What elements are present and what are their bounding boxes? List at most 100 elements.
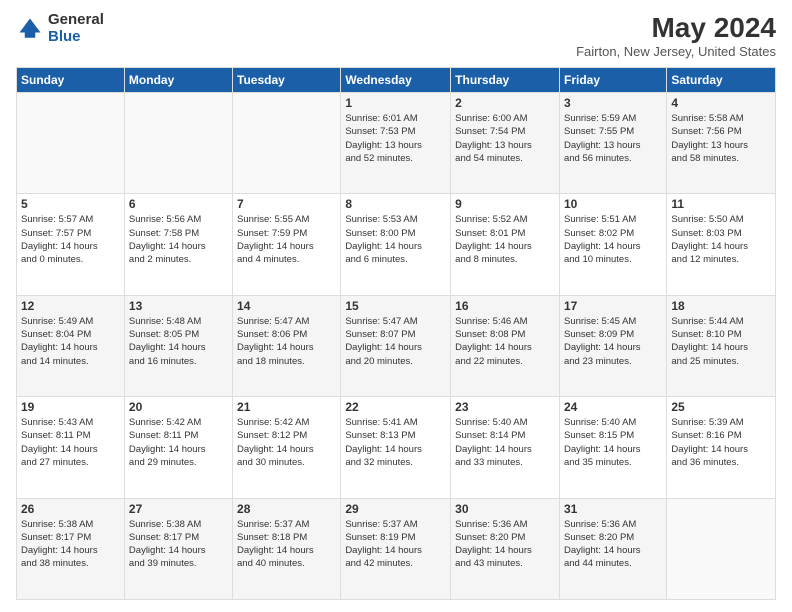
- day-info: Sunrise: 5:36 AM Sunset: 8:20 PM Dayligh…: [564, 518, 662, 571]
- col-header-monday: Monday: [124, 68, 232, 93]
- day-info: Sunrise: 5:44 AM Sunset: 8:10 PM Dayligh…: [671, 315, 771, 368]
- calendar-cell: 29Sunrise: 5:37 AM Sunset: 8:19 PM Dayli…: [341, 498, 451, 599]
- day-info: Sunrise: 5:59 AM Sunset: 7:55 PM Dayligh…: [564, 112, 662, 165]
- calendar-cell: 7Sunrise: 5:55 AM Sunset: 7:59 PM Daylig…: [233, 194, 341, 295]
- calendar-cell: 12 Sunrise: 5:49 AM Sunset: 8:04 PM Dayli…: [17, 295, 125, 396]
- day-info: Sunrise: 5:55 AM Sunset: 7:59 PM Dayligh…: [237, 213, 336, 266]
- day-info: Sunrise: 5:36 AM Sunset: 8:20 PM Dayligh…: [455, 518, 555, 571]
- calendar-cell: 14 Sunrise: 5:47 AM Sunset: 8:06 PM Dayli…: [233, 295, 341, 396]
- day-info: Sunrise: 5:42 AM Sunset: 8:11 PM Dayligh…: [129, 416, 228, 469]
- col-header-wednesday: Wednesday: [341, 68, 451, 93]
- col-header-friday: Friday: [559, 68, 666, 93]
- calendar-cell: [17, 93, 125, 194]
- day-number: 9: [455, 197, 555, 211]
- day-info: Sunrise: 5:46 AM Sunset: 8:08 PM Dayligh…: [455, 315, 555, 368]
- day-info: Sunrise: 5:57 AM Sunset: 7:57 PM Dayligh…: [21, 213, 120, 266]
- day-info: Sunrise: 5:37 AM Sunset: 8:19 PM Dayligh…: [345, 518, 446, 571]
- page-header: General Blue May 2024 Fairton, New Jerse…: [16, 12, 776, 59]
- day-info: Sunrise: 6:01 AM Sunset: 7:53 PM Dayligh…: [345, 112, 446, 165]
- day-number: 3: [564, 96, 662, 110]
- calendar-cell: 21 Sunrise: 5:42 AM Sunset: 8:12 PM Dayli…: [233, 397, 341, 498]
- day-number: 11: [671, 197, 771, 211]
- day-number: 15: [345, 299, 446, 313]
- calendar-header-row: SundayMondayTuesdayWednesdayThursdayFrid…: [17, 68, 776, 93]
- calendar-cell: 11 Sunrise: 5:50 AM Sunset: 8:03 PM Dayli…: [667, 194, 776, 295]
- day-info: Sunrise: 5:40 AM Sunset: 8:15 PM Dayligh…: [564, 416, 662, 469]
- col-header-tuesday: Tuesday: [233, 68, 341, 93]
- calendar-cell: 31 Sunrise: 5:36 AM Sunset: 8:20 PM Dayli…: [559, 498, 666, 599]
- calendar-cell: 9 Sunrise: 5:52 AM Sunset: 8:01 PM Daylig…: [451, 194, 560, 295]
- calendar-cell: 18 Sunrise: 5:44 AM Sunset: 8:10 PM Dayli…: [667, 295, 776, 396]
- week-row-5: 26 Sunrise: 5:38 AM Sunset: 8:17 PM Dayli…: [17, 498, 776, 599]
- main-title: May 2024: [576, 12, 776, 44]
- day-number: 12: [21, 299, 120, 313]
- calendar-cell: 2 Sunrise: 6:00 AM Sunset: 7:54 PM Daylig…: [451, 93, 560, 194]
- day-info: Sunrise: 5:45 AM Sunset: 8:09 PM Dayligh…: [564, 315, 662, 368]
- logo-icon: [16, 15, 44, 43]
- week-row-2: 5 Sunrise: 5:57 AM Sunset: 7:57 PM Daylig…: [17, 194, 776, 295]
- week-row-4: 19Sunrise: 5:43 AM Sunset: 8:11 PM Dayli…: [17, 397, 776, 498]
- day-info: Sunrise: 5:51 AM Sunset: 8:02 PM Dayligh…: [564, 213, 662, 266]
- day-info: Sunrise: 5:43 AM Sunset: 8:11 PM Dayligh…: [21, 416, 120, 469]
- day-number: 17: [564, 299, 662, 313]
- day-info: Sunrise: 5:47 AM Sunset: 8:06 PM Dayligh…: [237, 315, 336, 368]
- calendar-cell: 23 Sunrise: 5:40 AM Sunset: 8:14 PM Dayli…: [451, 397, 560, 498]
- calendar-cell: 22 Sunrise: 5:41 AM Sunset: 8:13 PM Dayli…: [341, 397, 451, 498]
- day-info: Sunrise: 5:50 AM Sunset: 8:03 PM Dayligh…: [671, 213, 771, 266]
- calendar-cell: [124, 93, 232, 194]
- calendar-cell: 10 Sunrise: 5:51 AM Sunset: 8:02 PM Dayli…: [559, 194, 666, 295]
- day-info: Sunrise: 5:53 AM Sunset: 8:00 PM Dayligh…: [345, 213, 446, 266]
- day-number: 10: [564, 197, 662, 211]
- day-number: 5: [21, 197, 120, 211]
- day-info: Sunrise: 5:41 AM Sunset: 8:13 PM Dayligh…: [345, 416, 446, 469]
- day-number: 26: [21, 502, 120, 516]
- logo: General Blue: [16, 12, 104, 45]
- calendar-cell: 25 Sunrise: 5:39 AM Sunset: 8:16 PM Dayli…: [667, 397, 776, 498]
- logo-blue-text: Blue: [48, 29, 104, 46]
- calendar-cell: 16 Sunrise: 5:46 AM Sunset: 8:08 PM Dayli…: [451, 295, 560, 396]
- col-header-saturday: Saturday: [667, 68, 776, 93]
- day-info: Sunrise: 5:38 AM Sunset: 8:17 PM Dayligh…: [21, 518, 120, 571]
- calendar-cell: 27Sunrise: 5:38 AM Sunset: 8:17 PM Dayli…: [124, 498, 232, 599]
- day-info: Sunrise: 5:39 AM Sunset: 8:16 PM Dayligh…: [671, 416, 771, 469]
- day-info: Sunrise: 5:52 AM Sunset: 8:01 PM Dayligh…: [455, 213, 555, 266]
- col-header-thursday: Thursday: [451, 68, 560, 93]
- day-number: 2: [455, 96, 555, 110]
- day-info: Sunrise: 6:00 AM Sunset: 7:54 PM Dayligh…: [455, 112, 555, 165]
- day-number: 31: [564, 502, 662, 516]
- day-number: 14: [237, 299, 336, 313]
- day-number: 20: [129, 400, 228, 414]
- day-number: 25: [671, 400, 771, 414]
- day-info: Sunrise: 5:49 AM Sunset: 8:04 PM Dayligh…: [21, 315, 120, 368]
- calendar-cell: 4 Sunrise: 5:58 AM Sunset: 7:56 PM Daylig…: [667, 93, 776, 194]
- day-info: Sunrise: 5:40 AM Sunset: 8:14 PM Dayligh…: [455, 416, 555, 469]
- day-number: 23: [455, 400, 555, 414]
- calendar-cell: 13 Sunrise: 5:48 AM Sunset: 8:05 PM Dayli…: [124, 295, 232, 396]
- calendar-cell: 5 Sunrise: 5:57 AM Sunset: 7:57 PM Daylig…: [17, 194, 125, 295]
- day-number: 27: [129, 502, 228, 516]
- day-number: 21: [237, 400, 336, 414]
- day-number: 6: [129, 197, 228, 211]
- day-info: Sunrise: 5:37 AM Sunset: 8:18 PM Dayligh…: [237, 518, 336, 571]
- day-info: Sunrise: 5:48 AM Sunset: 8:05 PM Dayligh…: [129, 315, 228, 368]
- calendar-cell: 30Sunrise: 5:36 AM Sunset: 8:20 PM Dayli…: [451, 498, 560, 599]
- day-number: 1: [345, 96, 446, 110]
- day-number: 22: [345, 400, 446, 414]
- day-info: Sunrise: 5:58 AM Sunset: 7:56 PM Dayligh…: [671, 112, 771, 165]
- calendar-cell: 26 Sunrise: 5:38 AM Sunset: 8:17 PM Dayli…: [17, 498, 125, 599]
- calendar-cell: [233, 93, 341, 194]
- title-block: May 2024 Fairton, New Jersey, United Sta…: [576, 12, 776, 59]
- logo-text: General Blue: [48, 12, 104, 45]
- calendar-cell: 3 Sunrise: 5:59 AM Sunset: 7:55 PM Daylig…: [559, 93, 666, 194]
- calendar-cell: 17 Sunrise: 5:45 AM Sunset: 8:09 PM Dayli…: [559, 295, 666, 396]
- day-number: 16: [455, 299, 555, 313]
- calendar-cell: 28Sunrise: 5:37 AM Sunset: 8:18 PM Dayli…: [233, 498, 341, 599]
- day-number: 13: [129, 299, 228, 313]
- day-info: Sunrise: 5:56 AM Sunset: 7:58 PM Dayligh…: [129, 213, 228, 266]
- calendar-cell: 1 Sunrise: 6:01 AM Sunset: 7:53 PM Daylig…: [341, 93, 451, 194]
- calendar-table: SundayMondayTuesdayWednesdayThursdayFrid…: [16, 67, 776, 600]
- week-row-3: 12 Sunrise: 5:49 AM Sunset: 8:04 PM Dayli…: [17, 295, 776, 396]
- day-number: 4: [671, 96, 771, 110]
- day-info: Sunrise: 5:42 AM Sunset: 8:12 PM Dayligh…: [237, 416, 336, 469]
- day-number: 18: [671, 299, 771, 313]
